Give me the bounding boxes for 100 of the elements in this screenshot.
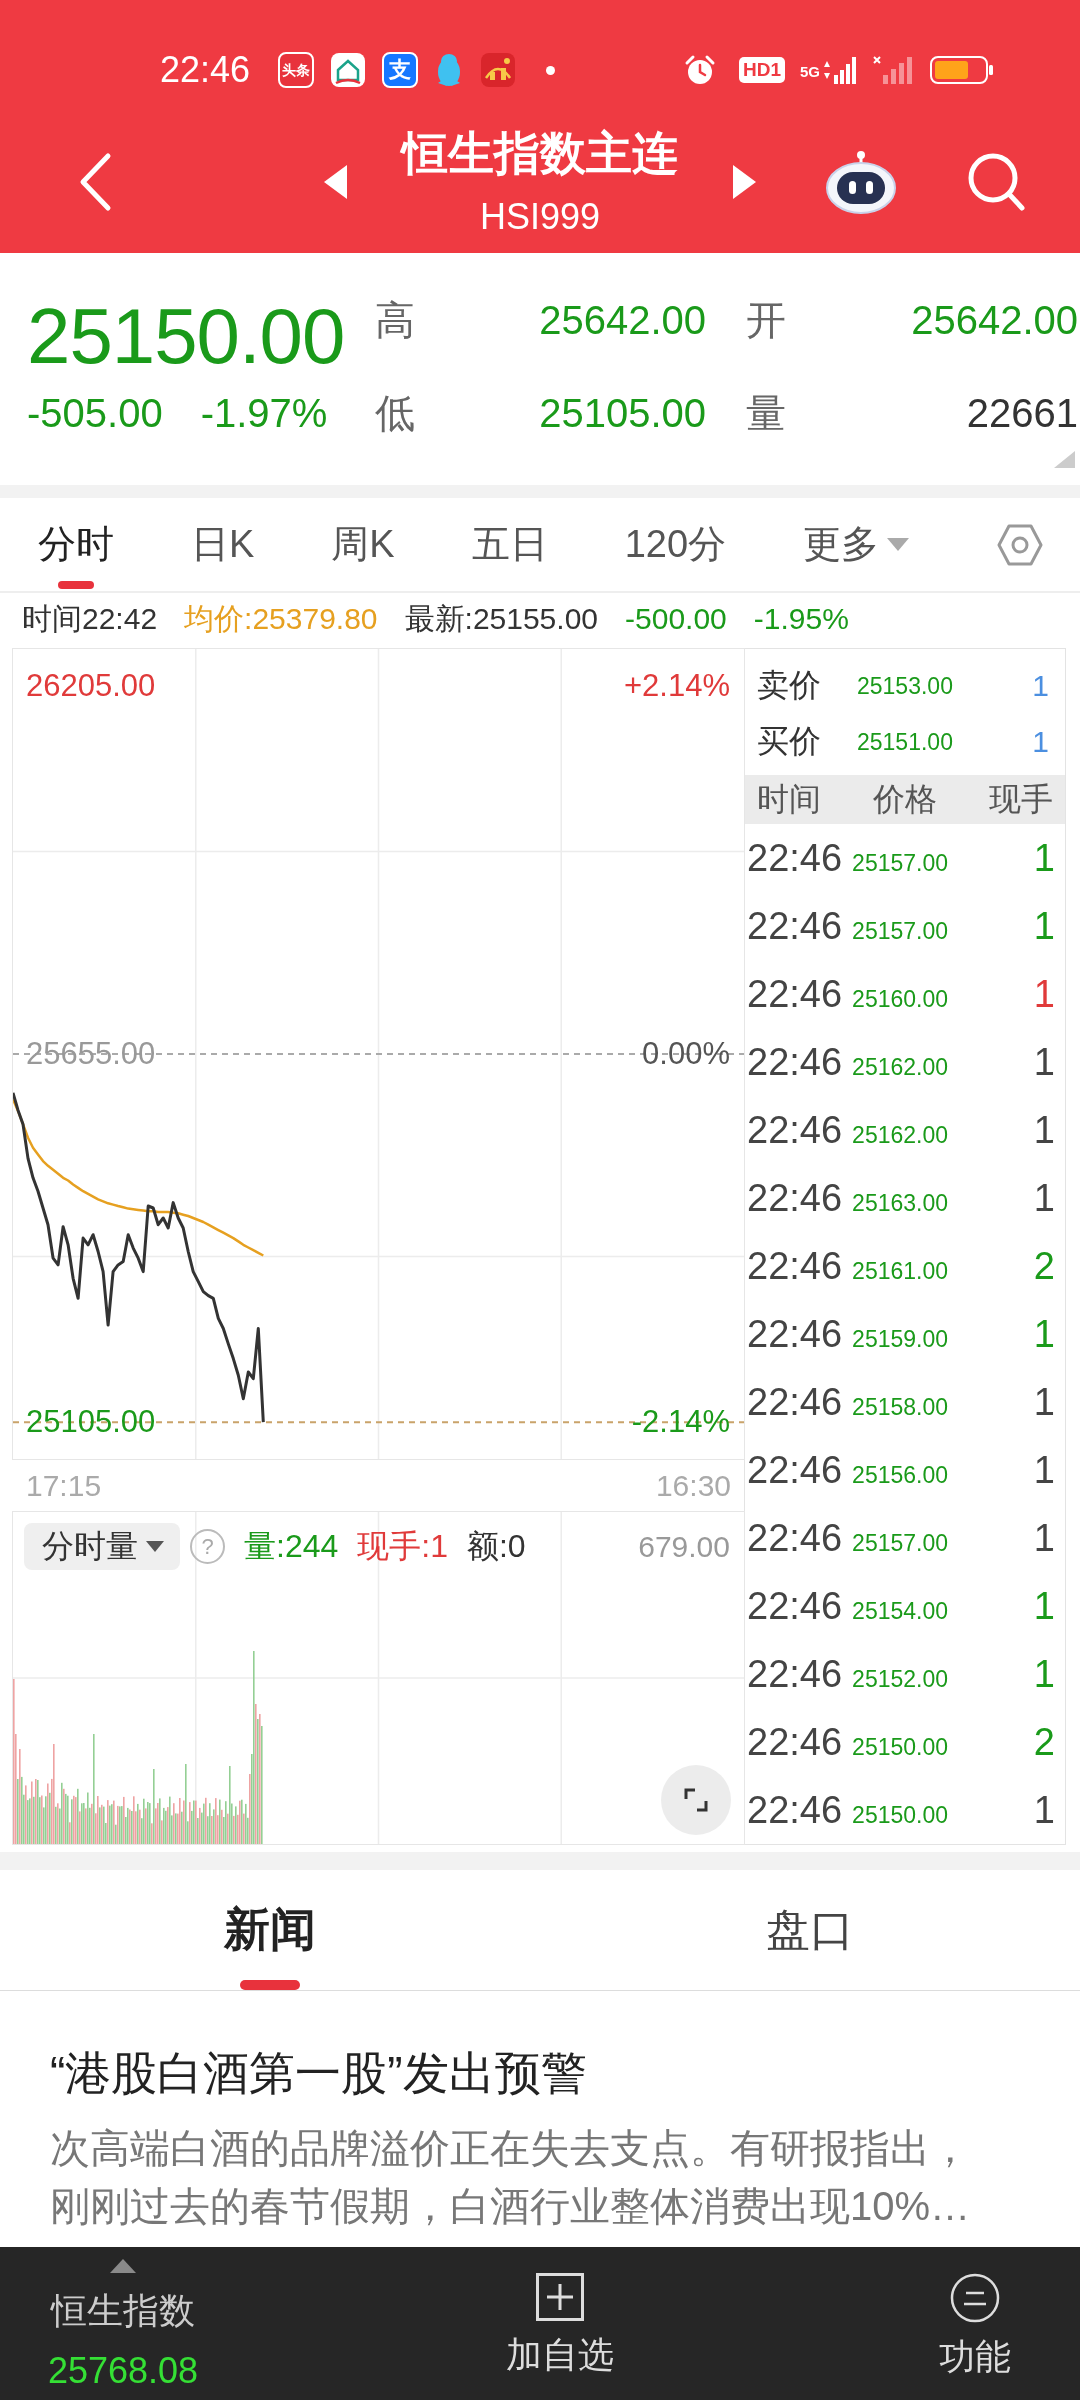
chart-info-text: 最新:25155.00 — [404, 600, 598, 637]
trade-volume: 1 — [1033, 1585, 1055, 1628]
stat-label: 高 — [375, 297, 415, 344]
trade-price: 25162.00 — [852, 1054, 949, 1081]
news-summary: 次高端白酒的品牌溢价正在失去支点。有研报指出，刚刚过去的春节假期，白酒行业整体消费出现10%… — [50, 2125, 972, 2230]
price-axis-label: 25655.00 — [26, 1037, 156, 1071]
volume-reading: 现手:1 — [357, 1526, 448, 1566]
trade-time: 22:46 — [747, 1040, 843, 1085]
trade-price: 25162.00 — [852, 1122, 949, 1149]
right-triangle-icon[interactable] — [733, 164, 756, 199]
trade-volume: 1 — [1033, 1449, 1055, 1492]
trade-price: 25150.00 — [852, 1734, 949, 1761]
trade-price: 25157.00 — [852, 918, 949, 945]
trade-time: 22:46 — [747, 1788, 843, 1833]
trade-volume: 1 — [1033, 1789, 1055, 1832]
order-label: 卖价 — [757, 666, 822, 705]
stat-value: 22661 — [966, 390, 1078, 437]
period-tab[interactable]: 分时 — [38, 498, 114, 591]
add-watchlist-button[interactable]: 加自选 — [506, 2247, 614, 2377]
trade-price: 25154.00 — [852, 1598, 949, 1625]
plus-square-icon — [536, 2273, 584, 2321]
order-price: 25153.00 — [857, 672, 953, 700]
period-tab[interactable]: 120分 — [624, 498, 727, 591]
column-header: 价格 — [873, 779, 938, 819]
trade-price: 25158.00 — [852, 1394, 949, 1421]
trade-price: 25159.00 — [852, 1326, 949, 1353]
trade-price: 25152.00 — [852, 1666, 949, 1693]
volume-reading: 额:0 — [466, 1526, 526, 1566]
trade-time: 22:46 — [747, 1584, 843, 1629]
trade-volume: 1 — [1033, 1381, 1055, 1424]
stat-value: 25642.00 — [539, 297, 706, 344]
order-volume: 1 — [1032, 669, 1049, 703]
chart-info-text: -500.00 — [625, 602, 727, 636]
volume-type-dropdown[interactable]: 分时量 — [24, 1523, 180, 1570]
stat-value: 25642.00 — [911, 297, 1078, 344]
column-header: 现手 — [989, 779, 1053, 819]
news-tab[interactable]: 盘口 — [758, 1870, 862, 1990]
order-price: 25151.00 — [857, 728, 953, 756]
alarm-icon — [683, 54, 716, 86]
app-badge: 支 — [382, 52, 419, 88]
trade-volume: 1 — [1033, 905, 1055, 948]
trade-price: 25156.00 — [852, 1462, 949, 1489]
period-tab[interactable]: 日K — [191, 498, 255, 591]
chart-info-text: -1.95% — [753, 602, 849, 636]
news-headline[interactable]: “港股白酒第一股”发出预警 — [50, 2041, 1000, 2105]
trade-time: 22:46 — [747, 836, 843, 881]
stat-value: 25105.00 — [539, 390, 706, 437]
settings-icon[interactable] — [997, 522, 1043, 567]
caret-icon — [887, 538, 910, 551]
house-icon — [330, 52, 367, 88]
battery-icon — [930, 56, 993, 84]
period-tab[interactable]: 周K — [331, 498, 395, 591]
chart-info-text: 均价:25379.80 — [184, 600, 378, 637]
trade-volume: 1 — [1033, 1313, 1055, 1356]
trade-volume: 1 — [1033, 837, 1055, 880]
trade-volume: 1 — [1033, 1041, 1055, 1084]
search-icon[interactable] — [967, 151, 1025, 212]
volume-reading: 量:244 — [244, 1526, 339, 1566]
more-dropdown[interactable]: 更多 — [803, 498, 910, 591]
trade-time: 22:46 — [747, 1720, 843, 1765]
trade-price: 25163.00 — [852, 1190, 949, 1217]
caret-up-icon[interactable] — [110, 2259, 136, 2273]
hd-badge: HD1 — [738, 57, 785, 83]
trade-price: 25157.00 — [852, 1530, 949, 1557]
trade-price: 25161.00 — [852, 1258, 949, 1285]
notification-dot-icon — [546, 65, 556, 75]
price-axis-label: 25105.00 — [26, 1405, 156, 1440]
trade-time: 22:46 — [747, 1244, 843, 1289]
trade-volume: 2 — [1033, 1245, 1055, 1288]
trade-volume: 1 — [1033, 1517, 1055, 1560]
percent-axis-label: 0.00% — [642, 1037, 730, 1071]
stat-label: 开 — [746, 297, 786, 344]
caret-icon — [146, 1541, 164, 1552]
volume-axis-label: 679.00 — [638, 1530, 730, 1564]
trade-volume: 1 — [1033, 973, 1055, 1016]
no-signal-icon — [872, 55, 913, 85]
left-triangle-icon[interactable] — [324, 164, 347, 199]
percent-axis-label: +2.14% — [624, 668, 730, 703]
period-tab[interactable]: 五日 — [471, 498, 548, 591]
signal-icon — [821, 55, 857, 85]
status-time: 22:46 — [160, 50, 251, 90]
trade-price: 25157.00 — [852, 850, 949, 877]
trade-time: 22:46 — [747, 1516, 843, 1561]
expand-icon[interactable] — [661, 1765, 731, 1835]
trade-time: 22:46 — [747, 1652, 843, 1697]
column-header: 时间 — [757, 779, 822, 819]
trade-time: 22:46 — [747, 1312, 843, 1357]
network-type-label: 5G — [800, 64, 820, 80]
functions-button[interactable]: 功能 — [939, 2247, 1011, 2379]
chart-info-text: 时间22:42 — [22, 600, 158, 637]
trade-time: 22:46 — [747, 1448, 843, 1493]
robot-icon[interactable] — [825, 149, 897, 214]
app-tile-icon — [480, 52, 517, 88]
trade-volume: 2 — [1033, 1721, 1055, 1764]
order-label: 买价 — [757, 722, 822, 761]
page-title: 恒生指数主连 — [402, 125, 678, 181]
trade-volume: 1 — [1033, 1177, 1055, 1220]
corner-triangle-icon — [1054, 451, 1075, 468]
news-tab[interactable]: 新闻 — [216, 1870, 324, 1990]
trade-time: 22:46 — [747, 972, 843, 1017]
